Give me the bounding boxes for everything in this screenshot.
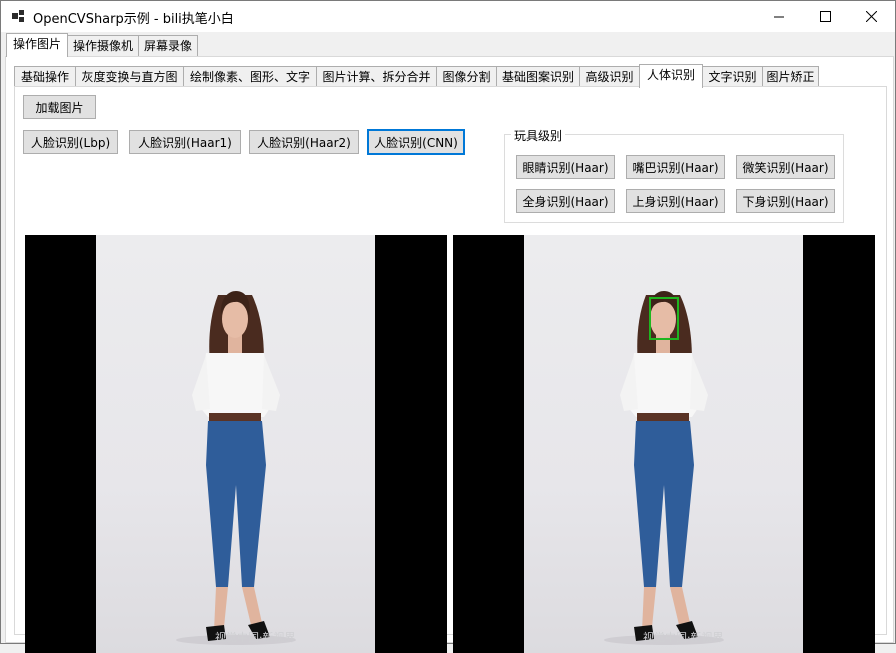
tab-grayscale-histogram[interactable]: 灰度变换与直方图 [75,66,184,87]
tab-basic-ops[interactable]: 基础操作 [14,66,76,87]
result-photo [524,235,803,653]
tab-advanced-recognition[interactable]: 高级识别 [579,66,640,87]
source-photo [96,235,375,653]
tab-image-calc-split[interactable]: 图片计算、拆分合并 [316,66,437,87]
source-watermark: 视觉中国·新视界 [215,631,296,644]
upper-body-detect-button[interactable]: 上身识别(Haar) [626,189,725,213]
tab-image-ops[interactable]: 操作图片 [6,33,68,57]
tab-basic-pattern[interactable]: 基础图案识别 [496,66,580,87]
maximize-icon [819,11,831,22]
toy-level-legend: 玩具级别 [511,127,566,144]
face-lbp-button[interactable]: 人脸识别(Lbp) [23,130,118,154]
tab-draw-shapes-text[interactable]: 绘制像素、图形、文字 [183,66,317,87]
tab-camera-ops[interactable]: 操作摄像机 [67,35,139,56]
main-tab-panel: 基础操作 灰度变换与直方图 绘制像素、图形、文字 图片计算、拆分合并 图像分割 … [5,56,894,653]
face-cnn-button[interactable]: 人脸识别(CNN) [367,129,465,155]
tab-text-recognition[interactable]: 文字识别 [702,66,763,87]
smile-detect-button[interactable]: 微笑识别(Haar) [736,155,835,179]
title-bar[interactable]: OpenCVSharp示例 - bili执笔小白 [1,1,895,32]
minimize-icon [773,16,784,18]
app-icon [12,10,24,22]
result-watermark: 视觉中国·新视界 [643,631,724,644]
mouth-detect-button[interactable]: 嘴巴识别(Haar) [626,155,725,179]
source-image-box: 视觉中国·新视界 [25,235,447,653]
woman-figure [604,291,724,645]
full-body-detect-button[interactable]: 全身识别(Haar) [516,189,615,213]
toy-level-group: 玩具级别 眼睛识别(Haar) 嘴巴识别(Haar) 微笑识别(Haar) 全身… [504,127,844,223]
tab-image-correction[interactable]: 图片矫正 [762,66,819,87]
tab-human-recognition[interactable]: 人体识别 [639,64,703,88]
face-haar2-button[interactable]: 人脸识别(Haar2) [249,130,359,154]
window-title: OpenCVSharp示例 - bili执笔小白 [33,12,234,27]
app-window: OpenCVSharp示例 - bili执笔小白 操作图片 操作摄像机 屏幕录像… [0,0,896,653]
face-haar1-button[interactable]: 人脸识别(Haar1) [129,130,241,154]
eye-detect-button[interactable]: 眼睛识别(Haar) [516,155,615,179]
tab-screen-record[interactable]: 屏幕录像 [138,35,198,56]
tab-image-segmentation[interactable]: 图像分割 [436,66,497,87]
close-button[interactable] [848,1,894,32]
maximize-button[interactable] [802,1,848,32]
load-image-button[interactable]: 加载图片 [23,95,96,119]
close-icon [865,11,877,22]
human-recognition-panel: 加载图片 人脸识别(Lbp) 人脸识别(Haar1) 人脸识别(Haar2) 人… [14,86,887,653]
woman-figure [176,291,296,645]
result-image-box: 视觉中国·新视界 [453,235,875,653]
lower-body-detect-button[interactable]: 下身识别(Haar) [736,189,835,213]
minimize-button[interactable] [756,1,802,32]
